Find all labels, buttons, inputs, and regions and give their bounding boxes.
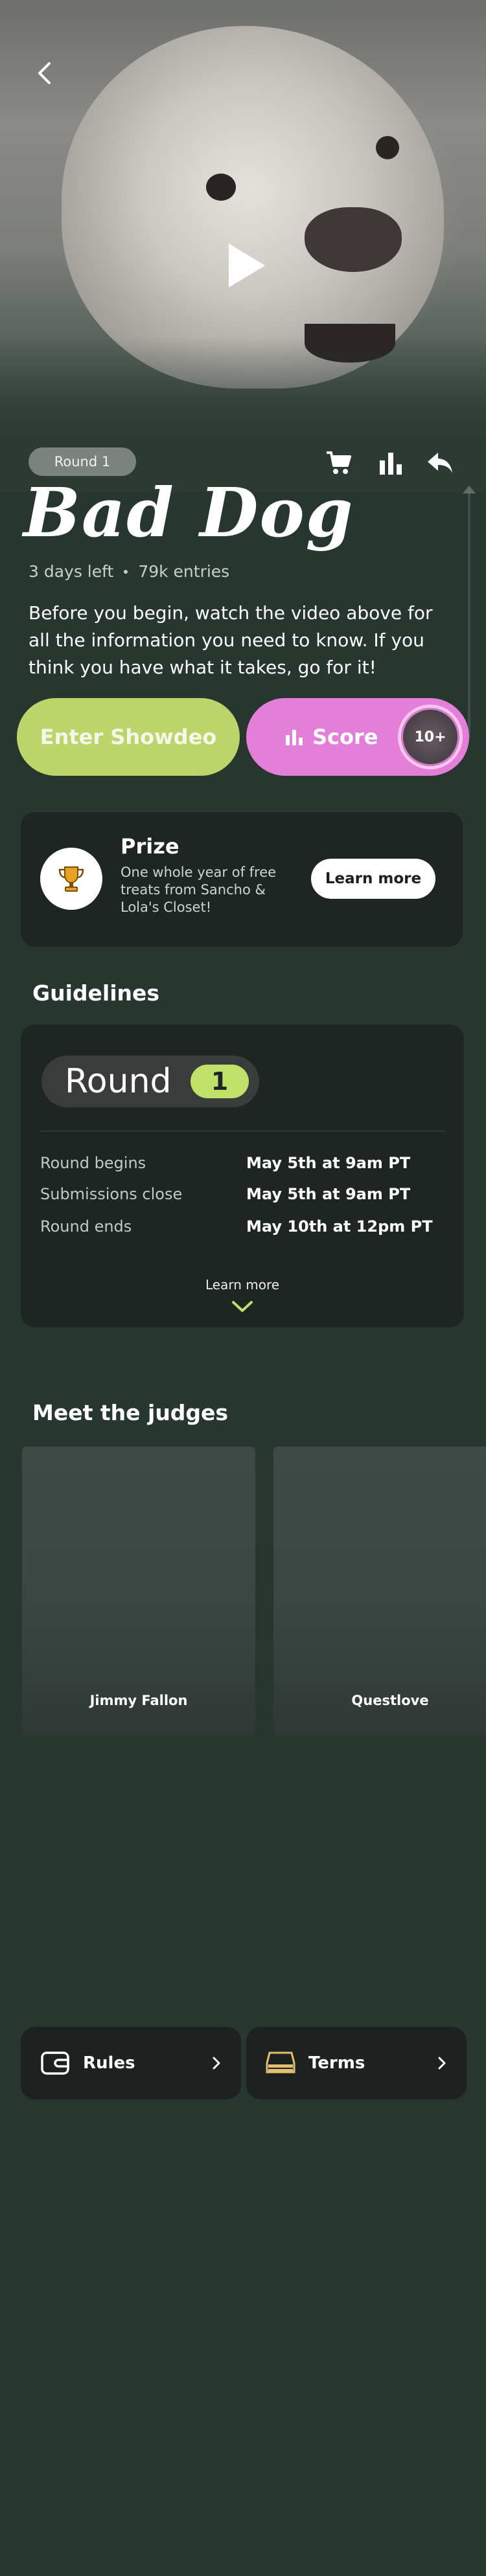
score-count: 10+	[414, 729, 446, 745]
share-button[interactable]	[424, 447, 456, 479]
terms-icon	[266, 2051, 295, 2073]
dog-eye	[206, 174, 236, 201]
showdeo-description: Before you begin, watch the video above …	[29, 602, 433, 678]
score-label: Score	[312, 725, 378, 749]
judges-heading: Meet the judges	[32, 1400, 229, 1425]
guideline-value: May 5th at 9am PT	[246, 1185, 411, 1203]
rules-button[interactable]: Rules	[21, 2027, 241, 2099]
trophy-badge	[40, 848, 102, 910]
prize-card: Prize One whole year of free treats from…	[21, 812, 463, 947]
guidelines-heading: Guidelines	[32, 980, 160, 1006]
chevron-right-icon	[438, 2057, 446, 2070]
guideline-row: Round begins May 5th at 9am PT	[40, 1154, 445, 1180]
guideline-value: May 10th at 12pm PT	[246, 1217, 433, 1236]
guidelines-learn-more-link[interactable]: Learn more	[21, 1277, 464, 1293]
time-left: 3 days left	[29, 562, 114, 581]
share-icon	[428, 453, 452, 473]
guideline-value: May 5th at 9am PT	[246, 1154, 411, 1172]
entries-count: 79k entries	[138, 562, 230, 581]
separator-dot	[124, 569, 128, 574]
guideline-row: Round ends May 10th at 12pm PT	[40, 1217, 445, 1243]
wallet-icon	[41, 2051, 69, 2075]
chevron-right-icon	[213, 2057, 220, 2070]
judge-card[interactable]: Jimmy Fallon	[22, 1447, 255, 1735]
cart-icon	[327, 451, 351, 474]
bar-chart-icon	[286, 730, 303, 745]
score-count-badge: 10+	[398, 705, 463, 769]
judge-name: Questlove	[351, 1693, 429, 1708]
play-icon	[229, 243, 265, 288]
guideline-label: Round ends	[40, 1217, 132, 1236]
guidelines-card: Round 1 Round begins May 5th at 9am PT S…	[21, 1024, 464, 1328]
enter-showdeo-button[interactable]: Enter Showdeo	[17, 698, 240, 776]
round-chip: Round 1	[41, 1056, 259, 1107]
leaderboard-button[interactable]	[375, 447, 407, 479]
dog-nose	[305, 207, 402, 272]
dog-eye	[376, 136, 399, 159]
back-icon	[38, 62, 51, 84]
chevron-down-icon[interactable]	[229, 1299, 255, 1315]
terms-button[interactable]: Terms	[246, 2027, 467, 2099]
judge-card[interactable]: Questlove	[273, 1447, 486, 1735]
showdeo-meta: 3 days left 79k entries	[29, 562, 229, 581]
bar-chart-icon	[380, 453, 402, 475]
guideline-row: Submissions close May 5th at 9am PT	[40, 1185, 445, 1211]
prize-description: One whole year of free treats from Sanch…	[121, 864, 277, 915]
back-button[interactable]	[26, 55, 62, 91]
enter-showdeo-label: Enter Showdeo	[40, 725, 217, 749]
play-button[interactable]	[224, 240, 269, 291]
prize-learn-more-button[interactable]: Learn more	[311, 859, 435, 899]
divider	[40, 1131, 445, 1132]
round-word: Round	[65, 1062, 172, 1101]
trophy-icon	[58, 866, 84, 892]
guideline-label: Submissions close	[40, 1185, 183, 1203]
guideline-label: Round begins	[40, 1154, 146, 1172]
judge-name: Jimmy Fallon	[89, 1693, 188, 1708]
round-number: 1	[191, 1065, 249, 1098]
round-badge: Round 1	[29, 447, 136, 476]
prize-title: Prize	[121, 834, 179, 859]
score-button[interactable]: Score 10+	[246, 698, 469, 776]
scroll-indicator	[463, 486, 476, 738]
rules-label: Rules	[83, 2053, 135, 2073]
terms-label: Terms	[308, 2053, 365, 2073]
showdeo-title: Bad Dog	[23, 473, 354, 552]
